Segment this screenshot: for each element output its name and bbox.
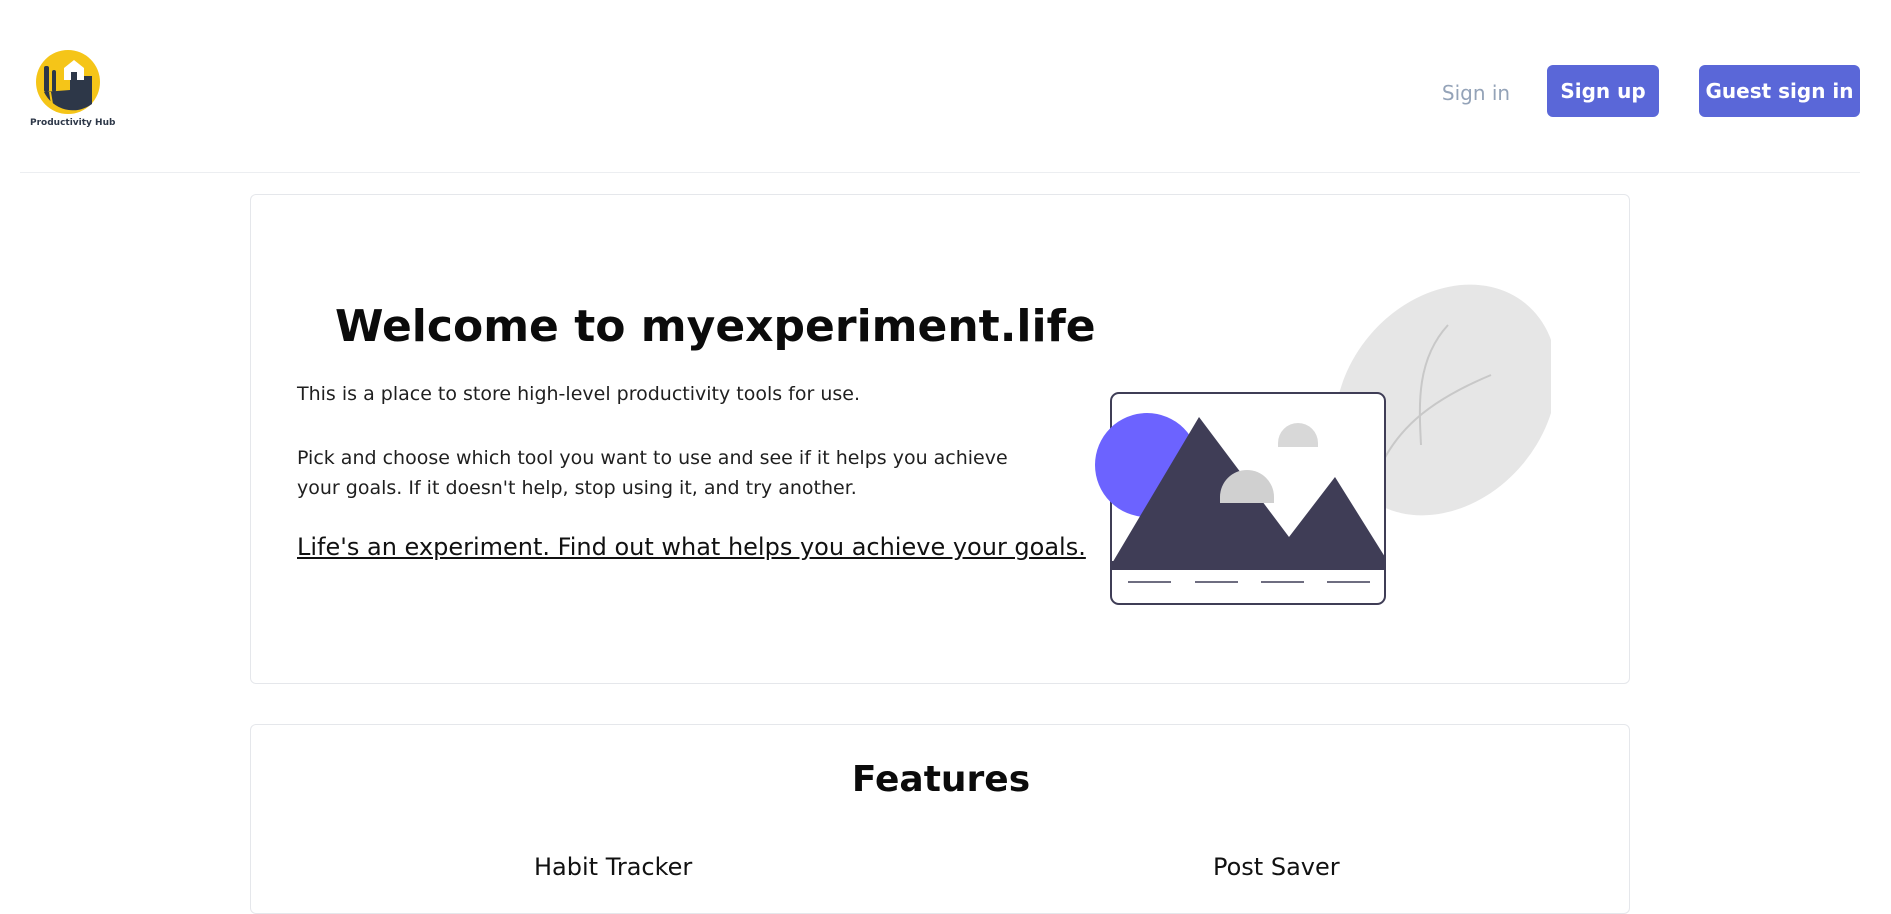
- intro-paragraph: This is a place to store high-level prod…: [297, 383, 860, 405]
- header-divider: [20, 172, 1860, 173]
- welcome-card: Welcome to myexperiment.life This is a p…: [250, 194, 1630, 684]
- top-navigation-bar: Productivity Hub Sign in Sign up Guest s…: [0, 0, 1891, 174]
- feature-post-saver: Post Saver: [1213, 853, 1340, 881]
- features-card: Features Habit Tracker Post Saver: [250, 724, 1630, 914]
- logo-icon: [36, 50, 100, 114]
- experiment-link[interactable]: Life's an experiment. Find out what help…: [297, 533, 1086, 561]
- guest-sign-in-button[interactable]: Guest sign in: [1699, 65, 1860, 117]
- sign-up-button[interactable]: Sign up: [1547, 65, 1659, 117]
- feature-habit-tracker: Habit Tracker: [534, 853, 693, 881]
- productivity-hub-logo[interactable]: Productivity Hub: [30, 50, 116, 134]
- logo-text: Productivity Hub: [30, 118, 116, 128]
- welcome-title: Welcome to myexperiment.life: [335, 301, 1096, 352]
- sign-in-link[interactable]: Sign in: [1430, 78, 1522, 108]
- landscape-illustration-icon: [1091, 265, 1558, 605]
- features-title: Features: [851, 759, 1031, 800]
- instructions-paragraph: Pick and choose which tool you want to u…: [297, 447, 1008, 499]
